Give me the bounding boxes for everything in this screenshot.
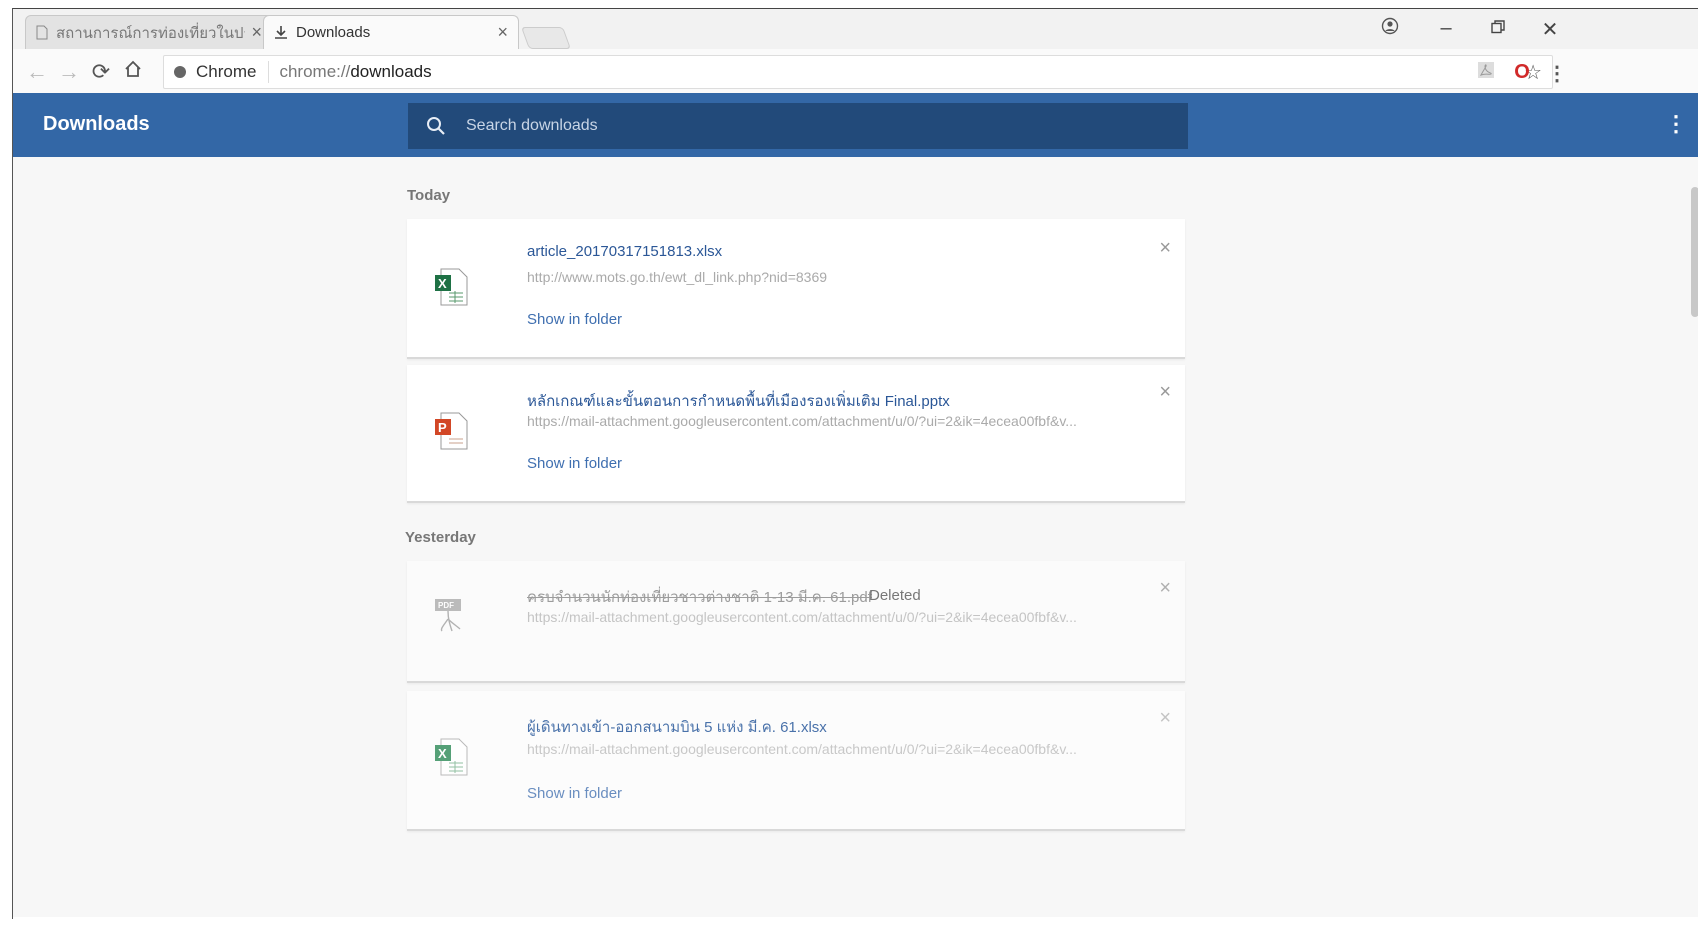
minimize-icon[interactable]: – xyxy=(1431,17,1461,40)
file-source-url[interactable]: https://mail-attachment.googleuserconten… xyxy=(527,741,1127,757)
close-window-icon[interactable]: ✕ xyxy=(1535,17,1565,42)
profile-icon[interactable] xyxy=(1375,17,1405,41)
remove-item-icon[interactable]: × xyxy=(1159,381,1171,404)
download-icon xyxy=(275,26,287,39)
show-in-folder-link[interactable]: Show in folder xyxy=(527,455,622,472)
tab-strip: สถานการณ์การท่องเที่ยวในประเทศ × Downloa… xyxy=(13,9,1698,49)
acrobat-extension-icon[interactable] xyxy=(1472,61,1500,85)
search-box[interactable] xyxy=(408,103,1188,149)
tab-title: Downloads xyxy=(296,24,371,41)
download-item-deleted: PDF ครบจำนวนนักท่องเที่ยวชาวต่างชาติ 1-1… xyxy=(407,561,1185,683)
date-header-today: Today xyxy=(407,187,451,204)
browser-window: สถานการณ์การท่องเที่ยวในประเทศ × Downloa… xyxy=(12,8,1698,919)
security-chip-label: Chrome xyxy=(196,62,257,81)
chrome-menu-icon[interactable]: ⋮ xyxy=(1543,61,1571,86)
excel-file-icon: X xyxy=(435,738,468,776)
deleted-status: Deleted xyxy=(869,587,921,604)
more-options-icon[interactable]: ⋮ xyxy=(1665,111,1687,137)
opera-extension-icon[interactable]: O xyxy=(1508,61,1536,84)
file-name-link[interactable]: หลักเกณฑ์และขั้นตอนการกำหนดพื้นที่เมืองร… xyxy=(527,389,950,413)
tab-tourism[interactable]: สถานการณ์การท่องเที่ยวในประเทศ × xyxy=(25,15,273,49)
file-name-link[interactable]: article_20170317151813.xlsx xyxy=(527,243,722,260)
home-icon[interactable] xyxy=(119,59,147,85)
show-in-folder-link[interactable]: Show in folder xyxy=(527,785,622,802)
file-source-url[interactable]: https://mail-attachment.googleuserconten… xyxy=(527,413,1127,429)
remove-item-icon[interactable]: × xyxy=(1159,707,1171,730)
address-bar[interactable]: Chrome chrome://downloads ☆ xyxy=(163,55,1553,89)
show-in-folder-link[interactable]: Show in folder xyxy=(527,311,622,328)
remove-item-icon[interactable]: × xyxy=(1159,577,1171,600)
forward-arrow-icon[interactable]: → xyxy=(55,59,83,85)
search-icon xyxy=(427,117,445,135)
new-tab-button[interactable] xyxy=(520,27,572,49)
svg-text:X: X xyxy=(438,276,447,291)
page-title: Downloads xyxy=(43,113,150,135)
downloads-header: Downloads ⋮ xyxy=(13,93,1698,157)
search-input[interactable] xyxy=(464,116,1148,136)
scrollbar-thumb[interactable] xyxy=(1691,187,1698,317)
svg-text:PDF: PDF xyxy=(438,601,454,610)
svg-text:X: X xyxy=(438,746,447,761)
file-source-url[interactable]: https://mail-attachment.googleuserconten… xyxy=(527,609,1127,625)
excel-file-icon: X xyxy=(435,268,468,306)
tab-downloads[interactable]: Downloads × xyxy=(263,15,519,49)
download-item: X ผู้เดินทางเข้า-ออกสนามบิน 5 แห่ง มี.ค.… xyxy=(407,691,1185,831)
file-source-url[interactable]: http://www.mots.go.th/ewt_dl_link.php?ni… xyxy=(527,269,1127,285)
reload-icon[interactable]: ⟳ xyxy=(87,59,115,85)
url-scheme: chrome:// xyxy=(279,62,351,81)
powerpoint-file-icon: P xyxy=(435,412,468,450)
file-name-text: ครบจำนวนนักท่องเที่ยวชาวต่างชาติ 1-13 มี… xyxy=(527,589,872,606)
toolbar: ← → ⟳ Chrome chrome://downloads ☆ O ⋮ xyxy=(13,49,1698,98)
url-path: downloads xyxy=(350,62,432,81)
restore-icon[interactable] xyxy=(1483,17,1513,40)
close-icon[interactable]: × xyxy=(497,22,508,43)
back-arrow-icon[interactable]: ← xyxy=(23,59,51,85)
downloads-list: Today X article_20170317151813.xlsx http… xyxy=(13,157,1698,917)
pdf-file-icon: PDF xyxy=(435,599,461,632)
download-item: P หลักเกณฑ์และขั้นตอนการกำหนดพื้นที่เมือ… xyxy=(407,365,1185,503)
close-icon[interactable]: × xyxy=(251,22,262,43)
download-item: X article_20170317151813.xlsx http://www… xyxy=(407,219,1185,359)
svg-text:P: P xyxy=(438,420,447,435)
remove-item-icon[interactable]: × xyxy=(1159,237,1171,260)
url-text: chrome://downloads xyxy=(269,62,431,82)
security-chip[interactable]: Chrome xyxy=(164,61,270,83)
chrome-icon xyxy=(174,66,186,78)
tab-title: สถานการณ์การท่องเที่ยวในประเทศ xyxy=(56,24,245,42)
file-name-link[interactable]: ผู้เดินทางเข้า-ออกสนามบิน 5 แห่ง มี.ค. 6… xyxy=(527,715,827,739)
date-header-yesterday: Yesterday xyxy=(405,529,476,546)
page-icon xyxy=(36,25,48,40)
